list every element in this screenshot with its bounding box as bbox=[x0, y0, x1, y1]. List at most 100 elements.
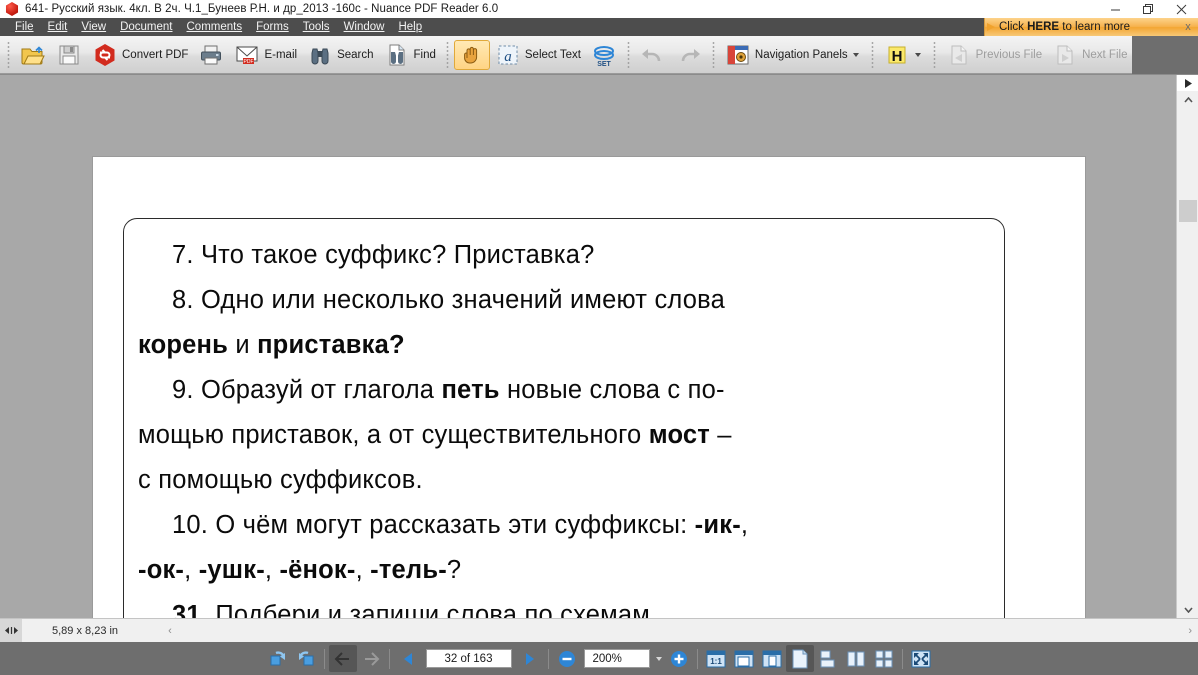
menu-help[interactable]: Help bbox=[391, 18, 429, 36]
next-page-button[interactable] bbox=[516, 645, 544, 672]
hscroll-right-button[interactable]: › bbox=[1188, 625, 1192, 637]
print-button[interactable] bbox=[193, 40, 229, 70]
previous-file-icon bbox=[951, 45, 967, 64]
menu-tools[interactable]: Tools bbox=[296, 18, 337, 36]
previous-view-button[interactable] bbox=[328, 645, 357, 672]
menu-window-label: Window bbox=[343, 21, 385, 33]
scroll-down-button[interactable] bbox=[1177, 601, 1198, 618]
continuous-facing-icon bbox=[875, 650, 892, 667]
toolbar-grip-4[interactable] bbox=[709, 41, 717, 68]
scroll-up-button[interactable] bbox=[1177, 91, 1198, 108]
question-8-line2: корень и приставка? bbox=[138, 323, 990, 368]
status-bar: 5,89 x 8,23 in ‹ › bbox=[0, 618, 1198, 643]
hscroll-left-button[interactable]: ‹ bbox=[168, 625, 172, 637]
toolbar-grip-3[interactable] bbox=[624, 41, 632, 68]
save-file-button[interactable] bbox=[51, 40, 87, 70]
question-9-line3: с помощью суффиксов. bbox=[138, 458, 990, 503]
promo-banner[interactable]: Click HERE to learn more x bbox=[984, 18, 1198, 36]
menu-window[interactable]: Window bbox=[337, 18, 392, 36]
undo-arrow-icon bbox=[641, 48, 661, 61]
zoom-level-input[interactable]: 200% bbox=[583, 649, 650, 668]
panel-resize-handle-icon[interactable] bbox=[0, 618, 22, 643]
sep1: , bbox=[184, 556, 199, 584]
actual-size-icon: 1:1 bbox=[706, 650, 725, 667]
rotate-clockwise-button[interactable] bbox=[264, 645, 292, 672]
continuous-button[interactable] bbox=[814, 645, 842, 672]
fullscreen-button[interactable] bbox=[907, 645, 935, 672]
page-dimensions-label: 5,89 x 8,23 in bbox=[52, 624, 119, 637]
menu-document[interactable]: Document bbox=[113, 18, 179, 36]
single-page-button[interactable] bbox=[785, 645, 814, 672]
page-number-input[interactable]: 32 of 163 bbox=[425, 649, 512, 668]
svg-text:1:1: 1:1 bbox=[710, 657, 722, 666]
minimize-button[interactable] bbox=[1099, 0, 1132, 18]
question-9-line1: 9. Образуй от глагола петь новые слова с… bbox=[138, 368, 990, 413]
suffix-tel: -тель- bbox=[370, 556, 447, 584]
actual-size-button[interactable]: 1:1 bbox=[702, 645, 730, 672]
previous-page-button[interactable] bbox=[394, 645, 422, 672]
vertical-scrollbar-thumb[interactable] bbox=[1179, 200, 1197, 222]
toolbar-grip-6[interactable] bbox=[930, 41, 938, 68]
fit-width-button[interactable] bbox=[730, 645, 758, 672]
toolbar-grip-2[interactable] bbox=[443, 41, 451, 68]
facing-button[interactable] bbox=[842, 645, 870, 672]
next-view-button[interactable] bbox=[357, 645, 385, 672]
set-button[interactable]: SET bbox=[586, 40, 622, 70]
zoom-in-button[interactable] bbox=[665, 645, 693, 672]
bold-most: мост bbox=[648, 421, 710, 449]
redo-button[interactable] bbox=[671, 40, 707, 70]
envelope-pdf-icon: PDF bbox=[236, 46, 258, 65]
find-button[interactable]: Find bbox=[379, 40, 441, 70]
menu-view[interactable]: View bbox=[74, 18, 113, 36]
bottom-nav-separator-1 bbox=[323, 648, 325, 669]
q10-l1-comma: , bbox=[740, 511, 749, 539]
navigation-panels-button[interactable]: Navigation Panels bbox=[720, 40, 866, 70]
next-file-button[interactable]: Next File bbox=[1047, 40, 1132, 70]
printer-icon bbox=[201, 45, 222, 64]
fit-page-icon bbox=[762, 650, 781, 667]
promo-text-before: Click bbox=[999, 21, 1028, 33]
promo-close-icon[interactable]: x bbox=[1178, 21, 1198, 33]
previous-file-button[interactable]: Previous File bbox=[941, 40, 1047, 70]
q9-l2-b: – bbox=[709, 421, 732, 449]
close-button[interactable] bbox=[1165, 0, 1198, 18]
search-button[interactable]: Search bbox=[302, 40, 378, 70]
continuous-facing-button[interactable] bbox=[870, 645, 898, 672]
sep3: , bbox=[355, 556, 371, 584]
q9-l1-a: 9. Образуй от глагола bbox=[172, 376, 442, 404]
zoom-level-value: 200% bbox=[592, 652, 622, 665]
zoom-dropdown-chevron-icon[interactable] bbox=[653, 649, 665, 668]
question-31: 31. Подбери и запиши слова по схемам. bbox=[138, 593, 990, 618]
plus-circle-icon bbox=[670, 650, 687, 667]
email-button[interactable]: PDF E-mail bbox=[229, 40, 302, 70]
toolbar-grip[interactable] bbox=[5, 41, 12, 68]
convert-pdf-button[interactable]: Convert PDF bbox=[87, 40, 193, 70]
open-file-button[interactable] bbox=[15, 40, 51, 70]
rotate-counterclockwise-button[interactable] bbox=[292, 645, 320, 672]
toolbar-grip-5[interactable] bbox=[868, 41, 876, 68]
menu-file[interactable]: File bbox=[8, 18, 41, 36]
chevron-down-icon-highlight[interactable] bbox=[914, 42, 923, 68]
vertical-scrollbar[interactable] bbox=[1176, 75, 1198, 618]
bold-pet: петь bbox=[441, 376, 500, 404]
select-text-a-icon: a bbox=[498, 45, 518, 65]
hand-tool-button[interactable] bbox=[453, 39, 490, 70]
document-viewer[interactable]: 7. Что такое суффикс? Приставка? 8. Одно… bbox=[0, 75, 1176, 618]
q9-l3: с помощью суффиксов. bbox=[138, 466, 423, 494]
menu-comments[interactable]: Comments bbox=[180, 18, 250, 36]
suffix-yonok: -ёнок- bbox=[279, 556, 356, 584]
menu-forms[interactable]: Forms bbox=[249, 18, 296, 36]
select-text-button[interactable]: a Select Text bbox=[490, 40, 586, 70]
chevron-down-icon[interactable] bbox=[852, 42, 861, 68]
facing-pages-icon bbox=[847, 651, 864, 666]
restore-button[interactable] bbox=[1132, 0, 1165, 18]
zoom-out-button[interactable] bbox=[553, 645, 581, 672]
promo-banner-text: Click HERE to learn more bbox=[999, 21, 1178, 33]
undo-button[interactable] bbox=[635, 40, 671, 70]
convert-pdf-label: Convert PDF bbox=[122, 48, 189, 61]
fit-page-button[interactable] bbox=[758, 645, 786, 672]
bottom-nav-separator-5 bbox=[901, 648, 903, 669]
menu-edit[interactable]: Edit bbox=[41, 18, 75, 36]
highlight-button[interactable]: H bbox=[879, 40, 928, 70]
hand-icon bbox=[463, 46, 477, 63]
